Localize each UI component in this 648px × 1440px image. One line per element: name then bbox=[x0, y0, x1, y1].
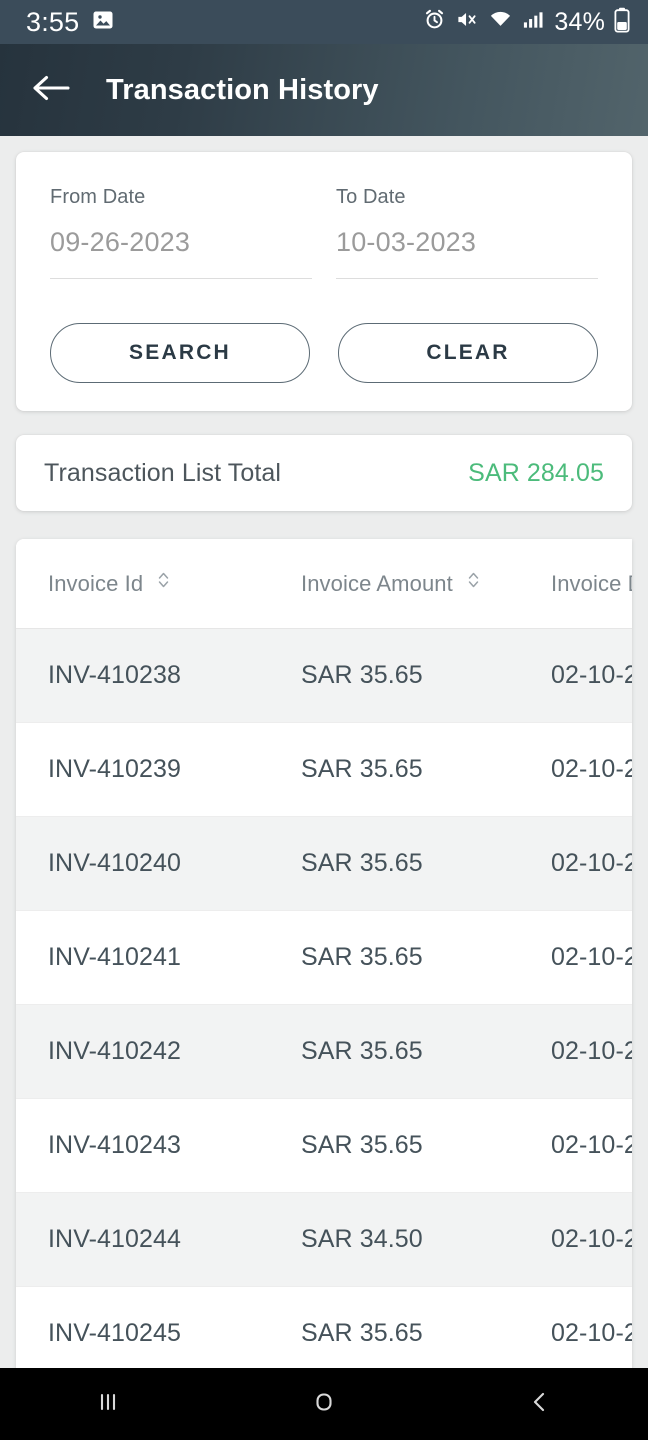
cell-invoice-date: 02-10-2023 bbox=[519, 1286, 632, 1368]
back-button[interactable] bbox=[28, 67, 74, 113]
transaction-total-label: Transaction List Total bbox=[44, 458, 282, 487]
status-bar-left: 3:55 bbox=[26, 7, 115, 38]
cell-invoice-id: INV-410244 bbox=[16, 1192, 269, 1288]
table-header: Invoice Id Invoice Amount Invoice Date bbox=[16, 539, 632, 630]
column-header-invoice-date-label: Invoice Date bbox=[551, 571, 632, 596]
arrow-left-icon bbox=[31, 73, 71, 108]
column-header-invoice-date[interactable]: Invoice Date bbox=[519, 539, 632, 630]
back-button-nav[interactable] bbox=[492, 1368, 588, 1440]
cell-invoice-amount: SAR 35.65 bbox=[269, 1098, 519, 1194]
cell-invoice-amount: SAR 35.65 bbox=[269, 1286, 519, 1368]
content-area: From Date 09-26-2023 To Date 10-03-2023 … bbox=[0, 136, 648, 1368]
search-button[interactable]: SEARCH bbox=[50, 323, 310, 383]
cell-invoice-amount: SAR 34.50 bbox=[269, 1192, 519, 1288]
cell-invoice-date: 02-10-2023 bbox=[519, 1192, 632, 1288]
battery-percent-label: 34% bbox=[554, 7, 605, 36]
table-body: INV-410238SAR 35.6502-10-2023 INV-410239… bbox=[16, 628, 632, 1368]
cell-invoice-amount: SAR 35.65 bbox=[269, 628, 519, 724]
page-title: Transaction History bbox=[106, 73, 379, 106]
cell-invoice-id: INV-410239 bbox=[16, 722, 269, 818]
date-range-row: From Date 09-26-2023 To Date 10-03-2023 bbox=[50, 186, 598, 279]
alarm-icon bbox=[423, 8, 446, 36]
cell-invoice-amount: SAR 35.65 bbox=[269, 816, 519, 912]
app-bar: Transaction History bbox=[0, 44, 648, 136]
table-row[interactable]: INV-410238SAR 35.6502-10-2023 bbox=[16, 628, 632, 724]
status-bar-right: 34% bbox=[423, 7, 630, 38]
cell-invoice-id: INV-410243 bbox=[16, 1098, 269, 1194]
recents-button[interactable] bbox=[60, 1368, 156, 1440]
table-row[interactable]: INV-410241SAR 35.6502-10-2023 bbox=[16, 910, 632, 1006]
column-header-invoice-amount[interactable]: Invoice Amount bbox=[269, 539, 519, 630]
cell-invoice-amount: SAR 35.65 bbox=[269, 910, 519, 1006]
from-date-field[interactable]: From Date 09-26-2023 bbox=[50, 186, 312, 279]
cell-invoice-amount: SAR 35.65 bbox=[269, 1004, 519, 1100]
cell-invoice-date: 02-10-2023 bbox=[519, 1098, 632, 1194]
to-date-label: To Date bbox=[336, 186, 406, 208]
cell-invoice-amount: SAR 35.65 bbox=[269, 722, 519, 818]
column-header-invoice-id-label: Invoice Id bbox=[48, 571, 144, 596]
column-header-invoice-amount-label: Invoice Amount bbox=[301, 571, 453, 596]
cell-invoice-id: INV-410242 bbox=[16, 1004, 269, 1100]
table-row[interactable]: INV-410240SAR 35.6502-10-2023 bbox=[16, 816, 632, 912]
cell-invoice-date: 02-10-2023 bbox=[519, 722, 632, 818]
column-header-invoice-id[interactable]: Invoice Id bbox=[16, 539, 269, 630]
home-icon bbox=[309, 1387, 339, 1422]
mute-vibrate-icon bbox=[455, 8, 479, 36]
recents-icon bbox=[93, 1387, 123, 1422]
sort-icon[interactable] bbox=[157, 570, 170, 596]
home-button[interactable] bbox=[276, 1368, 372, 1440]
sort-icon[interactable] bbox=[467, 570, 480, 596]
status-clock: 3:55 bbox=[26, 6, 80, 37]
cellular-signal-icon bbox=[522, 8, 545, 36]
cell-invoice-date: 02-10-2023 bbox=[519, 910, 632, 1006]
transaction-total-value: SAR 284.05 bbox=[468, 458, 604, 487]
cell-invoice-date: 02-10-2023 bbox=[519, 1004, 632, 1100]
transactions-table: Invoice Id Invoice Amount Invoice Date bbox=[16, 539, 632, 1368]
cell-invoice-date: 02-10-2023 bbox=[519, 628, 632, 724]
clear-button[interactable]: CLEAR bbox=[338, 323, 598, 383]
cell-invoice-date: 02-10-2023 bbox=[519, 816, 632, 912]
table-row[interactable]: INV-410244SAR 34.5002-10-2023 bbox=[16, 1192, 632, 1288]
filter-buttons-row: SEARCH CLEAR bbox=[50, 323, 598, 383]
android-nav-bar bbox=[0, 1368, 648, 1440]
image-notification-icon bbox=[91, 8, 115, 37]
battery-icon bbox=[614, 7, 630, 38]
status-bar: 3:55 34% bbox=[0, 0, 648, 44]
cell-invoice-id: INV-410240 bbox=[16, 816, 269, 912]
cell-invoice-id: INV-410241 bbox=[16, 910, 269, 1006]
table-header-row: Invoice Id Invoice Amount Invoice Date bbox=[16, 539, 632, 630]
wifi-icon bbox=[488, 8, 513, 36]
to-date-field[interactable]: To Date 10-03-2023 bbox=[336, 186, 598, 279]
transaction-total-card: Transaction List Total SAR 284.05 bbox=[16, 435, 632, 511]
to-date-input[interactable]: 10-03-2023 bbox=[336, 227, 598, 279]
date-filter-card: From Date 09-26-2023 To Date 10-03-2023 … bbox=[16, 152, 632, 411]
from-date-label: From Date bbox=[50, 186, 146, 208]
cell-invoice-id: INV-410245 bbox=[16, 1286, 269, 1368]
table-row[interactable]: INV-410245SAR 35.6502-10-2023 bbox=[16, 1286, 632, 1368]
back-icon bbox=[525, 1387, 555, 1422]
transactions-table-card: Invoice Id Invoice Amount Invoice Date bbox=[16, 539, 632, 1368]
table-row[interactable]: INV-410243SAR 35.6502-10-2023 bbox=[16, 1098, 632, 1194]
cell-invoice-id: INV-410238 bbox=[16, 628, 269, 724]
table-row[interactable]: INV-410242SAR 35.6502-10-2023 bbox=[16, 1004, 632, 1100]
from-date-input[interactable]: 09-26-2023 bbox=[50, 227, 312, 279]
table-row[interactable]: INV-410239SAR 35.6502-10-2023 bbox=[16, 722, 632, 818]
